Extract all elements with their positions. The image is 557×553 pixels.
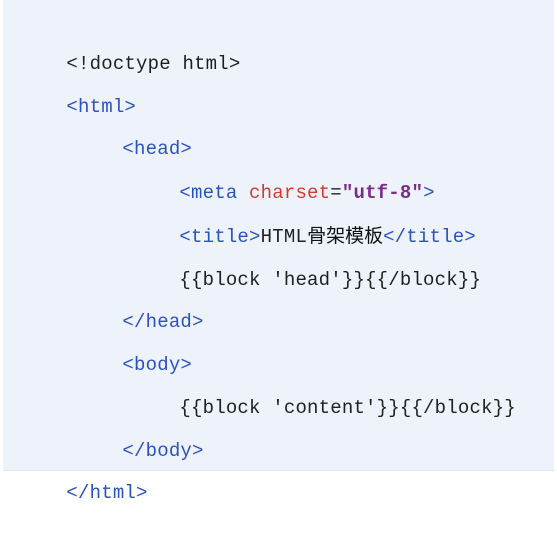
- code-line-html-close: </html>: [20, 433, 148, 504]
- code-line-body-open: <body>: [76, 305, 192, 376]
- html-close-tag: </html>: [66, 482, 148, 504]
- code-line-head-close: </head>: [76, 262, 204, 333]
- code-block: <!doctype html> <html> <head> <meta char…: [3, 0, 554, 504]
- code-line-title: <title>HTML骨架模板</title>: [133, 176, 476, 248]
- block-content-template: {{block 'content'}}{{/block}}: [179, 397, 516, 419]
- block-head-template: {{block 'head'}}{{/block}}: [179, 269, 482, 291]
- code-line-body-close: </body>: [76, 391, 204, 462]
- code-line-block-head: {{block 'head'}}{{/block}}: [133, 220, 481, 291]
- code-line-doctype: <!doctype html>: [20, 4, 240, 75]
- code-line-meta: <meta charset="utf-8">: [133, 133, 435, 204]
- code-line-block-content: {{block 'content'}}{{/block}}: [133, 348, 516, 419]
- code-line-html-open: <html>: [20, 47, 136, 118]
- code-line-head-open: <head>: [76, 89, 192, 160]
